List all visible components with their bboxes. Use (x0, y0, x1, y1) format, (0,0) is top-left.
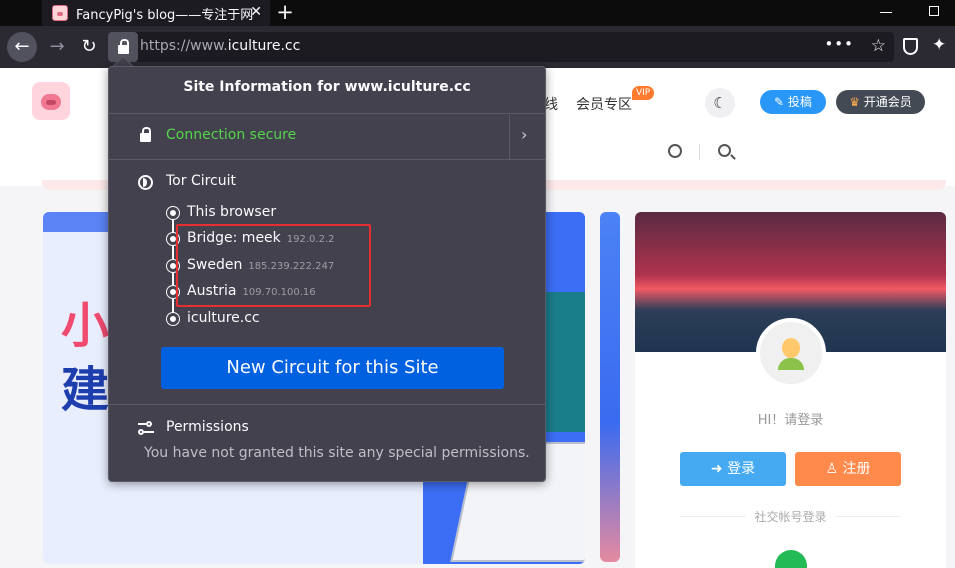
url-prefix: https://www. (140, 38, 228, 54)
submit-post-button[interactable]: ✎ 投稿 (760, 90, 826, 114)
permissions-description: You have not granted this site any speci… (144, 445, 530, 461)
circuit-node: iculture.cc (187, 310, 260, 326)
panel-title: Site Information for www.iculture.cc (183, 79, 471, 95)
permissions-sliders-icon (138, 421, 154, 435)
divider (109, 159, 545, 160)
pig-favicon-icon (52, 5, 68, 21)
circuit-node-dot (167, 313, 179, 325)
banner-heading-line1: 小 (61, 298, 110, 354)
divider (109, 113, 545, 114)
lock-icon (140, 127, 151, 142)
tor-circuit-heading: Tor Circuit (166, 173, 237, 189)
secondary-banner[interactable] (600, 212, 620, 562)
page-actions-button[interactable]: ••• (824, 35, 854, 53)
maximize-window-button[interactable] (929, 6, 939, 16)
search-icon[interactable] (718, 144, 731, 157)
minimize-window-button[interactable] (880, 12, 892, 13)
navigation-toolbar: ← → ↻ https://www.iculture.cc ••• ☆ ✦ (0, 26, 955, 68)
relay-highlight-box (176, 224, 371, 307)
tab-title: FancyPig's blog——专注于网 (76, 7, 254, 23)
social-login-label: 社交帐号登录 (635, 508, 946, 525)
circuit-node-dot (167, 207, 179, 219)
url-domain: iculture.cc (227, 38, 301, 54)
wechat-login-icon[interactable] (775, 550, 807, 568)
reload-button[interactable]: ↻ (74, 32, 104, 62)
new-tab-button[interactable]: + (276, 0, 294, 26)
site-information-panel: Site Information for www.iculture.cc Con… (108, 66, 546, 482)
back-button[interactable]: ← (7, 32, 37, 62)
new-circuit-button[interactable]: New Circuit for this Site (161, 347, 504, 389)
login-button[interactable]: ➜ 登录 (680, 452, 786, 486)
lock-icon (118, 39, 129, 54)
nav-item-vip-zone[interactable]: 会员专区 (576, 94, 632, 114)
divider (109, 404, 545, 405)
user-login-card: HI！请登录 ➜ 登录 ♙ 注册 社交帐号登录 (635, 212, 946, 568)
connection-status[interactable]: Connection secure (166, 127, 296, 143)
chevron-right-icon[interactable]: › (521, 125, 527, 144)
permissions-heading: Permissions (166, 419, 249, 435)
award-icon[interactable] (668, 144, 682, 158)
divider (509, 115, 510, 159)
submit-label: 投稿 (787, 95, 812, 109)
site-logo[interactable] (32, 82, 70, 120)
url-text[interactable]: https://www.iculture.cc (140, 38, 300, 54)
avatar (756, 318, 826, 388)
browser-tab[interactable]: FancyPig's blog——专注于网 ✕ (42, 0, 270, 26)
member-label: 开通会员 (863, 95, 912, 109)
tab-strip: FancyPig's blog——专注于网 ✕ + (0, 0, 955, 26)
nav-item-partial[interactable]: 线 (544, 94, 558, 114)
bookmark-star-icon[interactable]: ☆ (871, 36, 886, 56)
tor-onion-icon (138, 175, 153, 190)
tab-close-button[interactable]: ✕ (250, 4, 262, 20)
security-shield-icon[interactable] (903, 38, 918, 55)
forward-button[interactable]: → (42, 32, 72, 62)
login-prompt: HI！请登录 (757, 413, 824, 428)
circuit-node: This browser (187, 204, 277, 220)
crown-icon: ♛ (849, 95, 860, 109)
vip-badge: VIP (632, 86, 655, 100)
banner-heading-line2: 建 (61, 362, 110, 418)
dark-mode-moon-icon[interactable]: ☾ (705, 88, 735, 118)
register-label: 注册 (842, 461, 871, 477)
new-identity-broom-icon[interactable]: ✦ (932, 35, 946, 55)
login-label: 登录 (727, 461, 756, 477)
open-membership-button[interactable]: ♛ 开通会员 (836, 90, 925, 114)
address-bar[interactable]: https://www.iculture.cc ••• ☆ (108, 32, 894, 62)
register-button[interactable]: ♙ 注册 (795, 452, 901, 486)
nav-divider (699, 144, 700, 160)
